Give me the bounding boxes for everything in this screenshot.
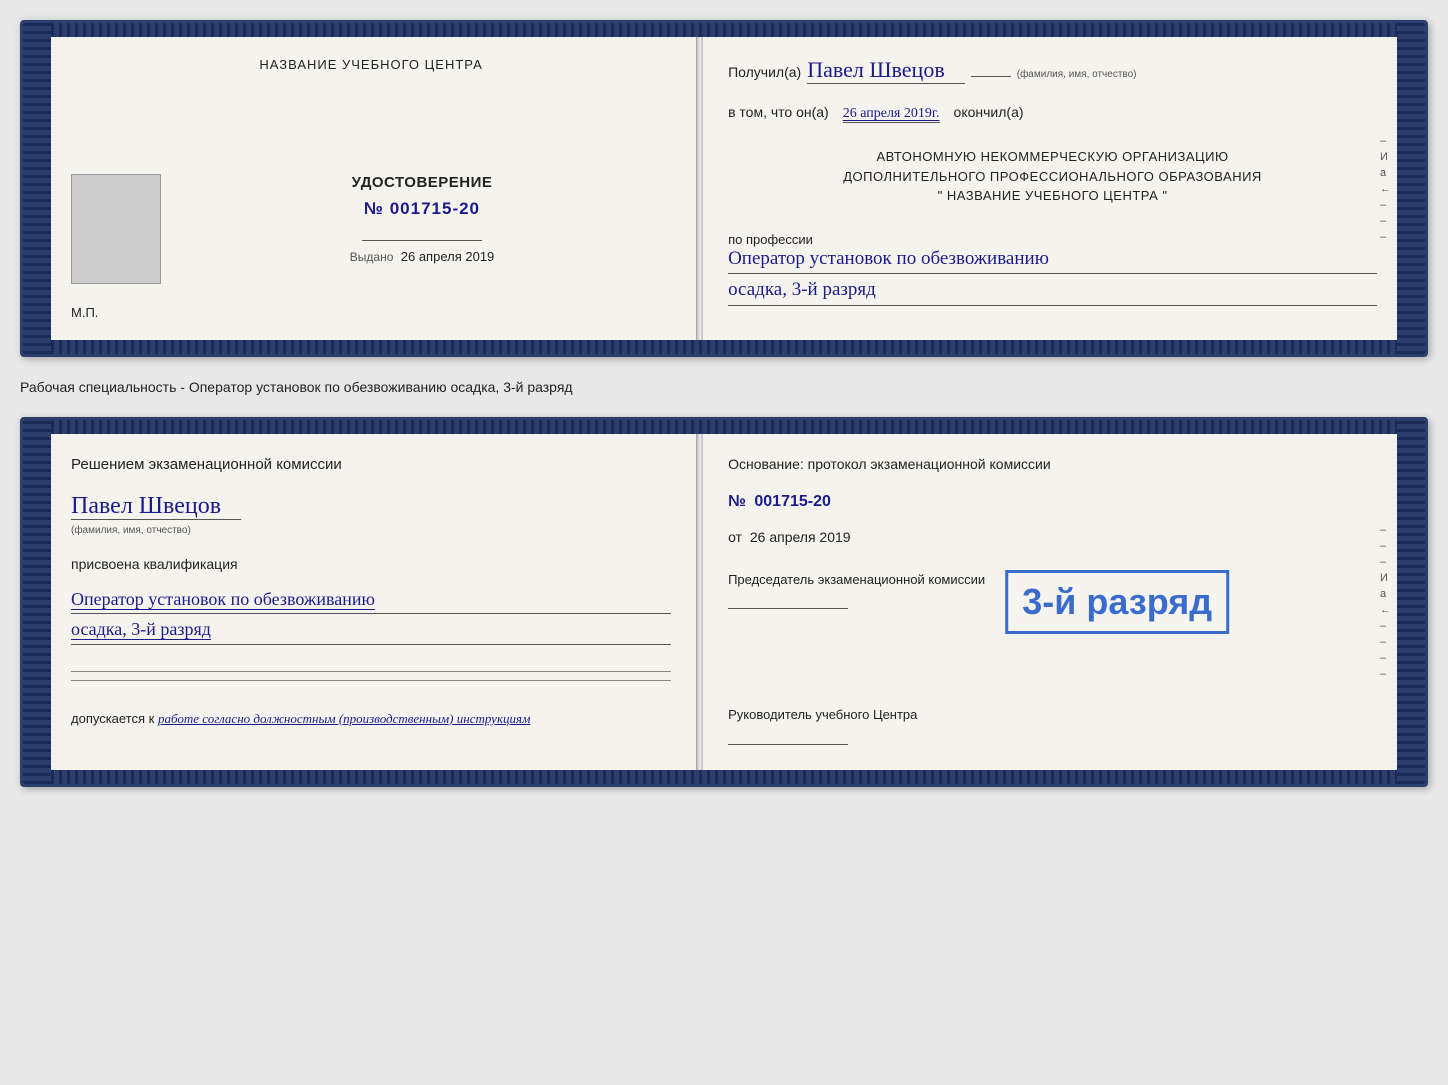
issued-label: Выдано (350, 250, 394, 264)
date-prefix: от (728, 529, 742, 545)
assigned-label: присвоена квалификация (71, 556, 671, 572)
person-name: Павел Швецов (71, 493, 241, 520)
spine-left-1 (23, 23, 51, 354)
allowed-label: допускается к (71, 711, 154, 726)
doc1-content: НАЗВАНИЕ УЧЕБНОГО ЦЕНТРА УДОСТОВЕРЕНИЕ №… (51, 23, 1397, 354)
allowed-text: работе согласно должностным (производств… (158, 711, 530, 726)
training-center-title-1: НАЗВАНИЕ УЧЕБНОГО ЦЕНТРА (71, 57, 671, 72)
name-subtext-2: (фамилия, имя, отчество) (71, 525, 191, 536)
bottom-edge-2 (51, 770, 1397, 784)
allowed-block: допускается к работе согласно должностны… (71, 711, 671, 727)
issued-date: 26 апреля 2019 (401, 249, 495, 264)
basis-label: Основание: протокол экзаменационной коми… (728, 454, 1377, 475)
head-sig-line (728, 731, 848, 745)
person-name-block: Павел Швецов (фамилия, имя, отчество) (71, 493, 671, 538)
side-chars-1: – И а ← – – – (1380, 135, 1391, 243)
document-2: Решением экзаменационной комиссии Павел … (20, 417, 1428, 787)
doc2-left-page: Решением экзаменационной комиссии Павел … (51, 434, 697, 770)
protocol-number: 001715-20 (754, 493, 831, 510)
protocol-number-row: № 001715-20 (728, 493, 1377, 511)
protocol-date-row: от 26 апреля 2019 (728, 529, 1377, 545)
doc2-right-page: Основание: протокол экзаменационной коми… (703, 434, 1397, 770)
descriptor-text: Рабочая специальность - Оператор установ… (20, 375, 1428, 399)
cert-number-prefix: № (364, 199, 384, 218)
doc1-right-page: Получил(а) Павел Швецов (фамилия, имя, о… (703, 37, 1397, 340)
date-row: в том, что он(а) 26 апреля 2019г. окончи… (728, 104, 1377, 123)
qual-line1: Оператор установок по обезвоживанию (71, 588, 671, 614)
chairman-sig-line (728, 595, 848, 609)
profession-block: по профессии Оператор установок по обезв… (728, 232, 1377, 306)
received-label: Получил(а) (728, 64, 801, 80)
dash-lines-block (71, 669, 671, 683)
photo-placeholder (71, 174, 161, 284)
qualification-block: Оператор установок по обезвоживанию осад… (71, 588, 671, 645)
doc2-inner: Решением экзаменационной комиссии Павел … (51, 434, 1397, 770)
name-subtext-1: (фамилия, имя, отчество) (1017, 69, 1137, 80)
top-edge-2 (51, 420, 1397, 434)
bottom-edge-1 (51, 340, 1397, 354)
spine-right-1 (1397, 23, 1425, 354)
recipient-name: Павел Швецов (807, 57, 965, 84)
profession-line2: осадка, 3-й разряд (728, 278, 1377, 306)
head-label: Руководитель учебного Центра (728, 707, 917, 722)
org-line3: " НАЗВАНИЕ УЧЕБНОГО ЦЕНТРА " (728, 186, 1377, 206)
doc1-left-page: НАЗВАНИЕ УЧЕБНОГО ЦЕНТРА УДОСТОВЕРЕНИЕ №… (51, 37, 697, 340)
doc2-content: Решением экзаменационной комиссии Павел … (51, 420, 1397, 784)
document-1: НАЗВАНИЕ УЧЕБНОГО ЦЕНТРА УДОСТОВЕРЕНИЕ №… (20, 20, 1428, 357)
side-chars-2: – – – И а ← – – – – (1380, 524, 1391, 680)
top-edge-1 (51, 23, 1397, 37)
signature-line-1 (362, 227, 482, 241)
spine-left-2 (23, 420, 51, 784)
completed-date: 26 апреля 2019г. (843, 106, 940, 123)
decision-label: Решением экзаменационной комиссии (71, 454, 671, 475)
cert-number-value: 001715-20 (390, 199, 480, 218)
org-block: АВТОНОМНУЮ НЕКОММЕРЧЕСКУЮ ОРГАНИЗАЦИЮ ДО… (728, 147, 1377, 206)
doc1-inner: НАЗВАНИЕ УЧЕБНОГО ЦЕНТРА УДОСТОВЕРЕНИЕ №… (51, 37, 1397, 340)
head-label-block: Руководитель учебного Центра (728, 706, 1377, 749)
profession-label: по профессии (728, 232, 1377, 247)
protocol-prefix: № (728, 493, 746, 510)
in-that-label: в том, что он(а) (728, 104, 829, 120)
page-wrapper: НАЗВАНИЕ УЧЕБНОГО ЦЕНТРА УДОСТОВЕРЕНИЕ №… (20, 20, 1428, 787)
protocol-date: 26 апреля 2019 (750, 529, 851, 545)
org-line2: ДОПОЛНИТЕЛЬНОГО ПРОФЕССИОНАЛЬНОГО ОБРАЗО… (728, 167, 1377, 187)
org-line1: АВТОНОМНУЮ НЕКОММЕРЧЕСКУЮ ОРГАНИЗАЦИЮ (728, 147, 1377, 167)
received-row: Получил(а) Павел Швецов (фамилия, имя, о… (728, 57, 1377, 84)
profession-line1: Оператор установок по обезвоживанию (728, 247, 1377, 275)
completed-label: окончил(а) (954, 104, 1024, 120)
mp-label: М.П. (71, 305, 98, 320)
spine-right-2 (1397, 420, 1425, 784)
chairman-label-text: Председатель экзаменационной комиссии (728, 572, 985, 587)
cert-number: № 001715-20 (364, 199, 480, 219)
cert-title: УДОСТОВЕРЕНИЕ (352, 174, 493, 191)
qual-line2: осадка, 3-й разряд (71, 618, 671, 644)
chairman-label: Председатель экзаменационной комиссии (728, 571, 1377, 614)
